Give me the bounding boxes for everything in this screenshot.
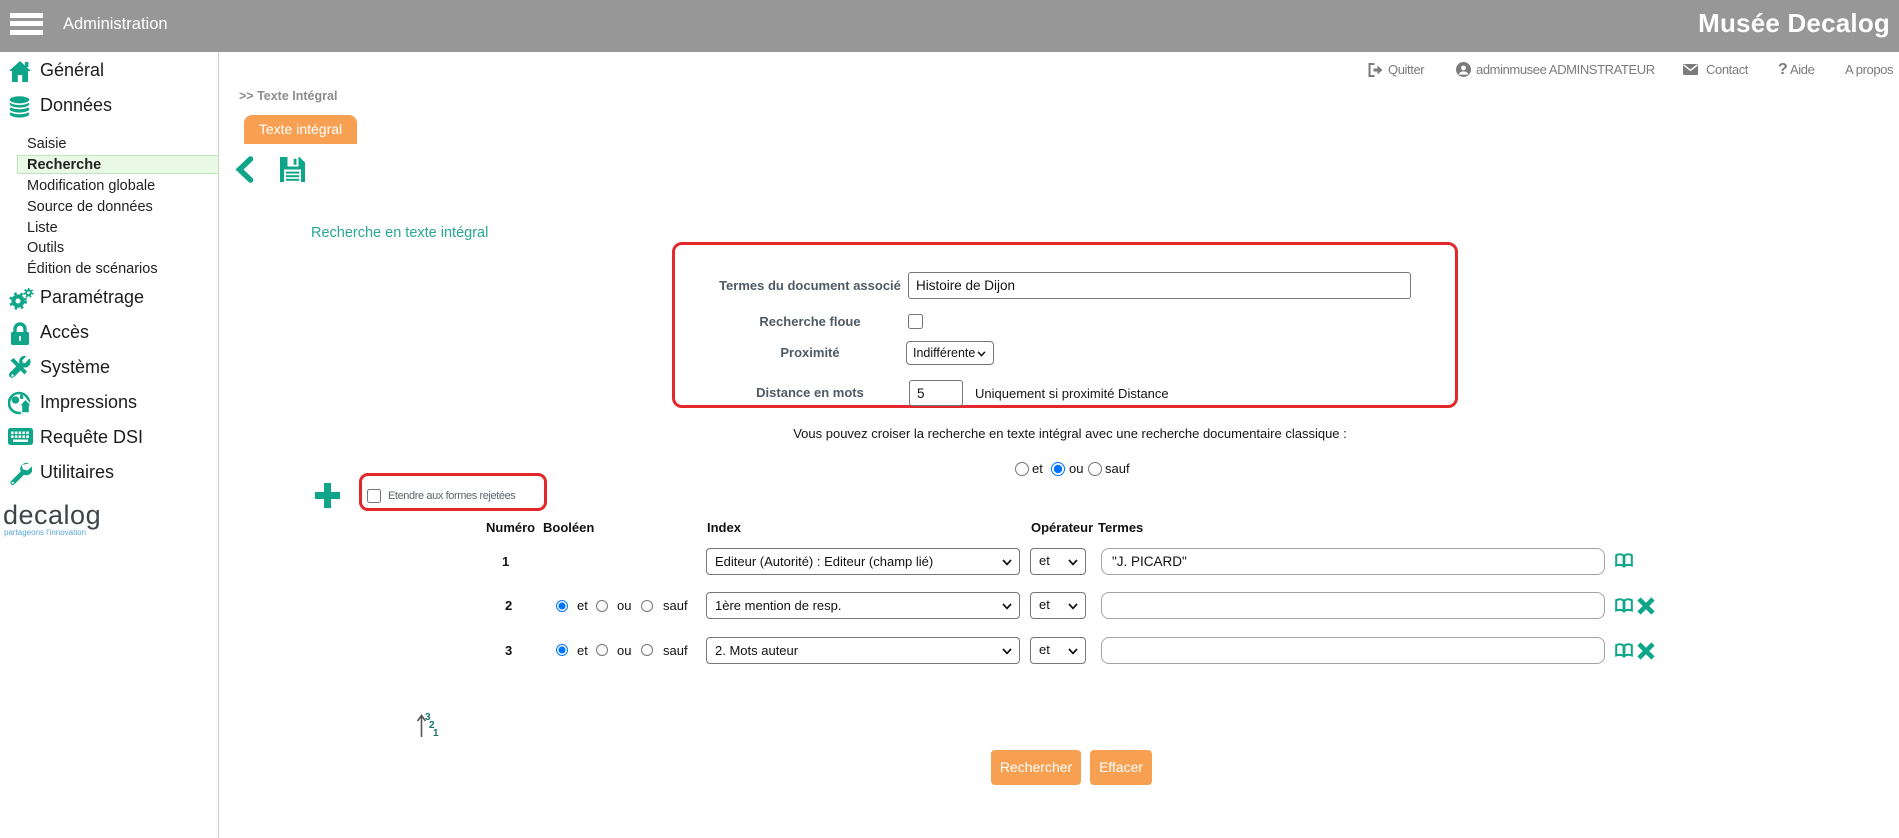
- svg-text:1: 1: [433, 728, 439, 739]
